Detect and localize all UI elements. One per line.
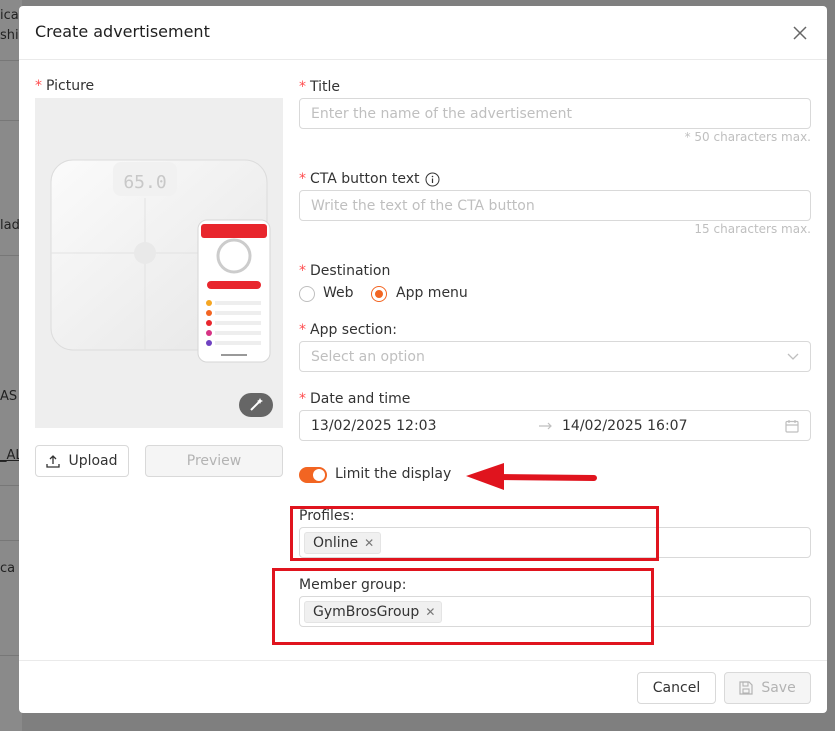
annotation-highlight-profiles xyxy=(290,506,659,561)
annotation-arrowhead-icon xyxy=(466,463,504,490)
annotation-arrow-icon xyxy=(495,474,597,481)
annotation-highlight-member-group xyxy=(272,568,654,645)
